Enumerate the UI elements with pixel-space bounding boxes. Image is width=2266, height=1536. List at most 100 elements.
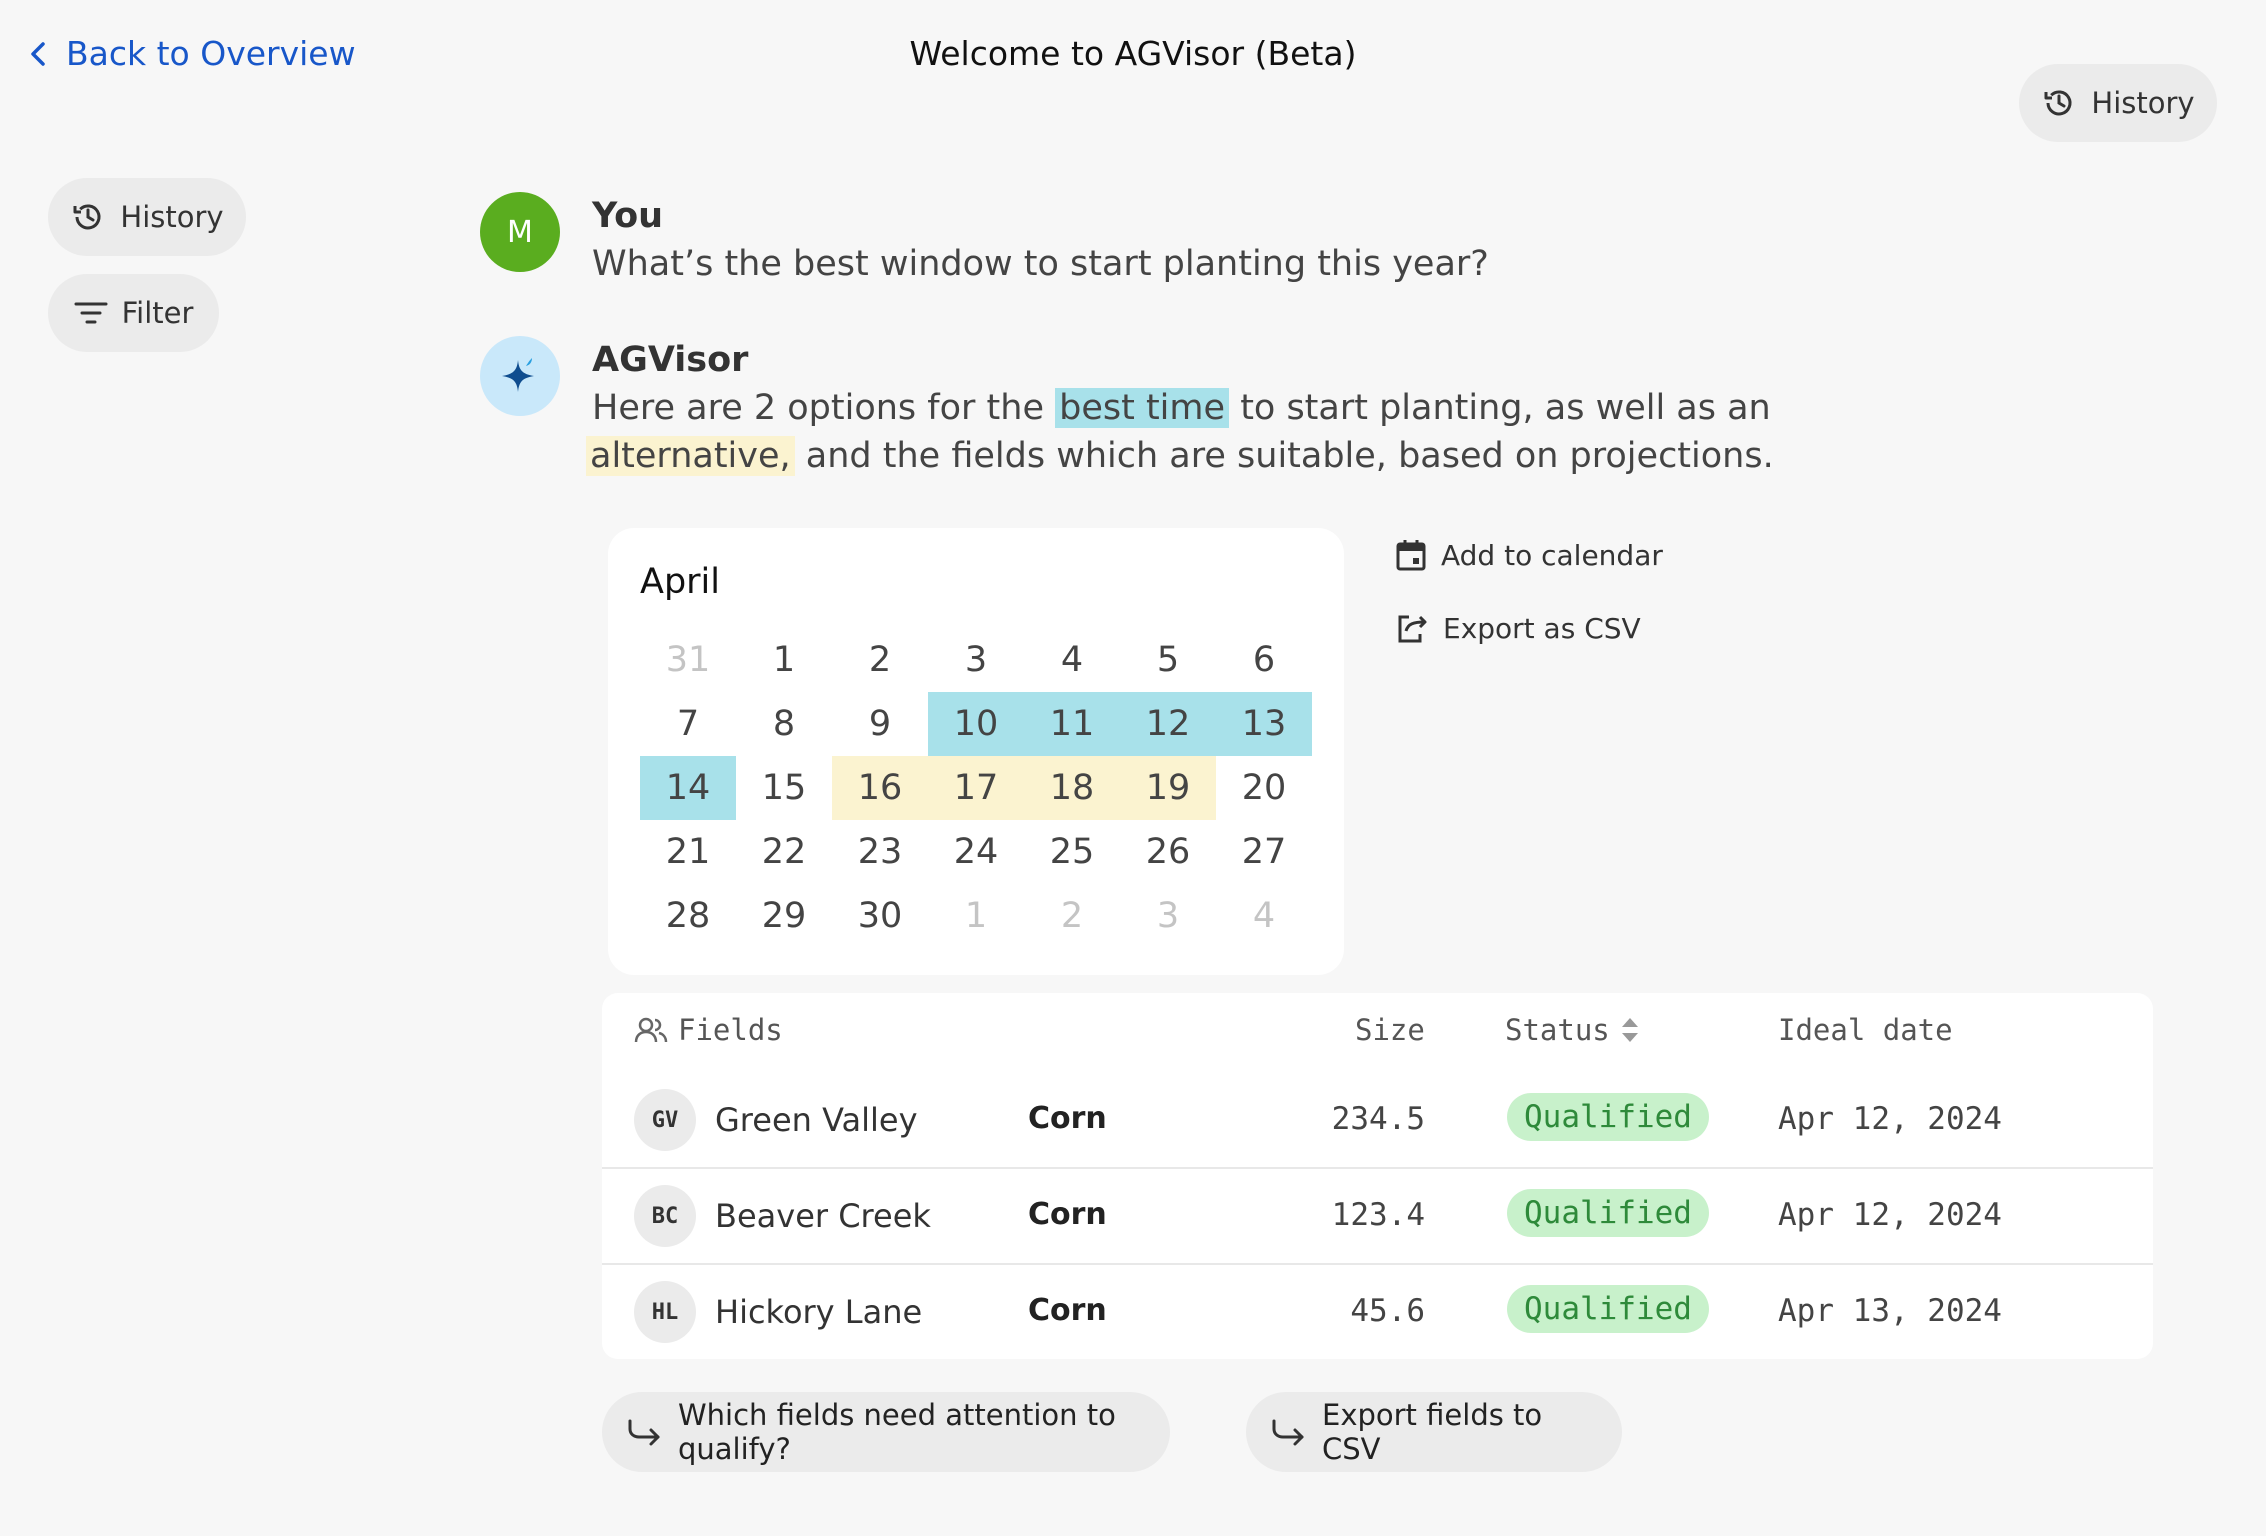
row-divider	[602, 1263, 2153, 1265]
field-initials-badge: GV	[634, 1089, 696, 1151]
calendar-day[interactable]: 30	[832, 884, 928, 948]
user-avatar: M	[480, 192, 560, 272]
calendar-day[interactable]: 6	[1216, 628, 1312, 692]
field-ideal-date: Apr 13, 2024	[1778, 1293, 2002, 1329]
export-icon	[1395, 613, 1429, 645]
history-label: History	[120, 200, 224, 234]
sparkle-icon	[498, 354, 542, 398]
calendar-day[interactable]: 8	[736, 692, 832, 756]
calendar-day[interactable]: 23	[832, 820, 928, 884]
user-message: What’s the best window to start planting…	[592, 244, 1489, 284]
calendar-day[interactable]: 15	[736, 756, 832, 820]
agvisor-message: Here are 2 options for the best time to …	[586, 384, 1892, 480]
message-text: and the fields which are suitable, based…	[805, 436, 1774, 476]
calendar-day[interactable]: 4	[1024, 628, 1120, 692]
calendar-day[interactable]: 25	[1024, 820, 1120, 884]
history-button-top[interactable]: History	[2019, 64, 2217, 142]
field-name: Beaver Creek	[715, 1197, 931, 1235]
calendar-day[interactable]: 27	[1216, 820, 1312, 884]
calendar-day[interactable]: 4	[1216, 884, 1312, 948]
sidebar-history-button[interactable]: History	[48, 178, 246, 256]
agvisor-name: AGVisor	[592, 340, 749, 380]
agvisor-avatar	[480, 336, 560, 416]
field-name: Green Valley	[715, 1101, 918, 1139]
message-text: Here are 2 options for the	[592, 388, 1044, 428]
calendar-day[interactable]: 3	[1120, 884, 1216, 948]
field-size: 123.4	[1331, 1197, 1425, 1233]
calendar-day[interactable]: 1	[736, 628, 832, 692]
calendar-day[interactable]: 7	[640, 692, 736, 756]
fields-table: Fields Size Status Ideal date GV Green V…	[602, 993, 2153, 1359]
table-row[interactable]: GV Green Valley Corn 234.5 Qualified Apr…	[602, 1071, 2153, 1167]
calendar-month: April	[640, 562, 720, 602]
field-ideal-date: Apr 12, 2024	[1778, 1197, 2002, 1233]
highlight-best-time: best time	[1055, 388, 1230, 428]
table-row[interactable]: BC Beaver Creek Corn 123.4 Qualified Apr…	[602, 1167, 2153, 1263]
highlight-alternative: alternative,	[586, 436, 795, 476]
calendar-day[interactable]: 10	[928, 692, 1024, 756]
filter-icon	[74, 300, 108, 326]
column-header-ideal-date: Ideal date	[1778, 1013, 1953, 1047]
sidebar-filter-button[interactable]: Filter	[48, 274, 219, 352]
calendar-icon	[1395, 538, 1427, 572]
page-title: Welcome to AGVisor (Beta)	[909, 34, 1357, 73]
message-text: to start planting, as well as an	[1240, 388, 1771, 428]
calendar-day[interactable]: 24	[928, 820, 1024, 884]
calendar-day[interactable]: 31	[640, 628, 736, 692]
suggestion-attention-button[interactable]: Which fields need attention to qualify?	[602, 1392, 1170, 1472]
export-csv-label: Export as CSV	[1443, 612, 1641, 645]
column-header-size: Size	[1355, 1013, 1425, 1047]
calendar-day[interactable]: 19	[1120, 756, 1216, 820]
calendar-day[interactable]: 28	[640, 884, 736, 948]
field-initials-badge: HL	[634, 1281, 696, 1343]
calendar-day[interactable]: 13	[1216, 692, 1312, 756]
calendar-day[interactable]: 2	[832, 628, 928, 692]
user-initial: M	[507, 214, 533, 250]
table-row[interactable]: HL Hickory Lane Corn 45.6 Qualified Apr …	[602, 1263, 2153, 1359]
calendar-day[interactable]: 11	[1024, 692, 1120, 756]
filter-label: Filter	[121, 296, 194, 330]
sort-icon[interactable]	[1620, 1015, 1640, 1045]
calendar-day[interactable]: 3	[928, 628, 1024, 692]
calendar-day[interactable]: 20	[1216, 756, 1312, 820]
row-divider	[602, 1167, 2153, 1169]
calendar-day[interactable]: 5	[1120, 628, 1216, 692]
fields-header-label: Fields	[678, 1013, 783, 1047]
calendar-day[interactable]: 26	[1120, 820, 1216, 884]
calendar-day[interactable]: 14	[640, 756, 736, 820]
history-icon	[2041, 85, 2077, 121]
suggestion-label: Which fields need attention to qualify?	[678, 1398, 1116, 1466]
calendar-day[interactable]: 2	[1024, 884, 1120, 948]
reply-arrow-icon	[626, 1417, 662, 1447]
calendar-day[interactable]: 21	[640, 820, 736, 884]
calendar-day[interactable]: 1	[928, 884, 1024, 948]
calendar-day[interactable]: 18	[1024, 756, 1120, 820]
field-crop: Corn	[1028, 1101, 1107, 1136]
status-badge: Qualified	[1507, 1189, 1709, 1237]
calendar-day[interactable]: 12	[1120, 692, 1216, 756]
column-header-status[interactable]: Status	[1505, 1013, 1640, 1047]
export-csv-button[interactable]: Export as CSV	[1395, 612, 1641, 645]
calendar-day[interactable]: 29	[736, 884, 832, 948]
status-header-label: Status	[1505, 1013, 1610, 1047]
field-initials-badge: BC	[634, 1185, 696, 1247]
field-size: 234.5	[1331, 1101, 1425, 1137]
calendar-day[interactable]: 9	[832, 692, 928, 756]
calendar-day[interactable]: 16	[832, 756, 928, 820]
field-name: Hickory Lane	[715, 1293, 923, 1331]
status-badge: Qualified	[1507, 1285, 1709, 1333]
people-icon	[634, 1016, 668, 1044]
field-crop: Corn	[1028, 1293, 1107, 1328]
calendar-day[interactable]: 17	[928, 756, 1024, 820]
suggestion-label: Export fields to CSV	[1322, 1398, 1543, 1466]
field-ideal-date: Apr 12, 2024	[1778, 1101, 2002, 1137]
field-crop: Corn	[1028, 1197, 1107, 1232]
column-header-fields: Fields	[634, 1013, 783, 1047]
status-badge: Qualified	[1507, 1093, 1709, 1141]
history-icon	[70, 199, 106, 235]
add-to-calendar-button[interactable]: Add to calendar	[1395, 538, 1663, 572]
calendar-day[interactable]: 22	[736, 820, 832, 884]
history-label: History	[2091, 86, 2195, 120]
add-to-calendar-label: Add to calendar	[1441, 538, 1663, 572]
suggestion-export-button[interactable]: Export fields to CSV	[1246, 1392, 1622, 1472]
